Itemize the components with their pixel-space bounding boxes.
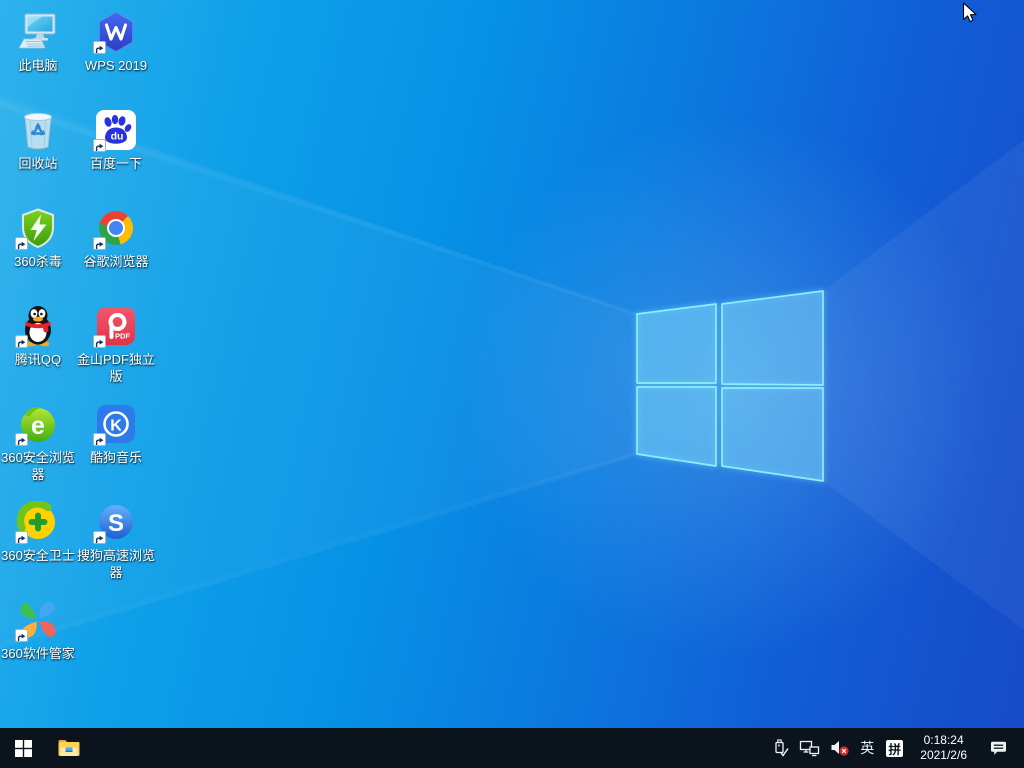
icon-label: 腾讯QQ xyxy=(15,351,61,368)
clock-date: 2021/2/6 xyxy=(920,748,967,763)
desktop-icon-chrome[interactable]: 谷歌浏览器 xyxy=(76,204,156,270)
desktop-icon-360-software-manager[interactable]: 360软件管家 xyxy=(0,596,78,662)
desktop-icon-kingsoft-pdf[interactable]: PDF 金山PDF独立版 xyxy=(76,302,156,385)
desktop-icon-recycle-bin[interactable]: 回收站 xyxy=(0,106,78,172)
volume-muted-icon[interactable] xyxy=(825,728,855,768)
taskbar-clock[interactable]: 0:18:24 2021/2/6 xyxy=(910,728,977,768)
shortcut-arrow-icon xyxy=(15,531,28,544)
desktop-icon-baidu[interactable]: du 百度一下 xyxy=(76,106,156,172)
file-explorer-button[interactable] xyxy=(46,728,92,768)
icon-label: 360安全浏览器 xyxy=(0,449,78,483)
desktop-icon-360-antivirus[interactable]: 360杀毒 xyxy=(0,204,78,270)
desktop-icon-360-safeguard[interactable]: 360安全卫士 xyxy=(0,498,78,564)
icon-label: 百度一下 xyxy=(90,155,142,172)
icon-label: 搜狗高速浏览器 xyxy=(76,547,156,581)
ime-language-indicator[interactable]: 英 xyxy=(855,728,879,768)
shortcut-arrow-icon xyxy=(93,433,106,446)
shortcut-arrow-icon xyxy=(15,629,28,642)
shortcut-arrow-icon xyxy=(15,433,28,446)
ime-mode-icon[interactable]: 拼 xyxy=(879,728,910,768)
shortcut-arrow-icon xyxy=(93,531,106,544)
notification-icon xyxy=(989,740,1008,757)
taskbar: 英 拼 0:18:24 2021/2/6 xyxy=(0,728,1024,768)
icon-label: 360软件管家 xyxy=(1,645,75,662)
desktop-icon-this-pc[interactable]: 此电脑 xyxy=(0,8,78,74)
desktop-icon-kugou-music[interactable]: K 酷狗音乐 xyxy=(76,400,156,466)
shortcut-arrow-icon xyxy=(93,237,106,250)
taskbar-left xyxy=(0,728,92,768)
desktop-icon-360-browser[interactable]: e 360安全浏览器 xyxy=(0,400,78,483)
shortcut-arrow-icon xyxy=(93,139,106,152)
system-tray: 英 拼 0:18:24 2021/2/6 xyxy=(766,728,1024,768)
svg-text:K: K xyxy=(110,418,122,435)
this-pc-icon xyxy=(16,10,60,54)
windows-start-icon xyxy=(15,740,32,757)
file-explorer-icon xyxy=(57,738,81,758)
svg-text:du: du xyxy=(111,131,124,143)
icon-label: 360杀毒 xyxy=(14,253,62,270)
start-button[interactable] xyxy=(0,728,46,768)
icon-label: 谷歌浏览器 xyxy=(83,253,148,270)
desktop-icon-sogou-browser[interactable]: S 搜狗高速浏览器 xyxy=(76,498,156,581)
recycle-bin-icon xyxy=(17,108,59,152)
usb-device-icon[interactable] xyxy=(766,728,794,768)
desktop-icon-wps-2019[interactable]: WPS 2019 xyxy=(76,8,156,74)
windows-desktop: 此电脑 WPS 2019 xyxy=(0,0,1024,768)
action-center-button[interactable] xyxy=(977,728,1018,768)
shortcut-arrow-icon xyxy=(93,41,106,54)
network-icon[interactable] xyxy=(794,728,825,768)
shortcut-arrow-icon xyxy=(15,237,28,250)
svg-text:S: S xyxy=(108,510,124,537)
desktop-icon-tencent-qq[interactable]: 腾讯QQ xyxy=(0,302,78,368)
icon-label: WPS 2019 xyxy=(85,57,147,74)
icon-label: 酷狗音乐 xyxy=(90,449,142,466)
shortcut-arrow-icon xyxy=(93,335,106,348)
svg-text:PDF: PDF xyxy=(115,332,130,341)
icon-label: 此电脑 xyxy=(18,57,57,74)
shortcut-arrow-icon xyxy=(15,335,28,348)
icon-label: 360安全卫士 xyxy=(1,547,75,564)
icon-label: 回收站 xyxy=(18,155,57,172)
icon-label: 金山PDF独立版 xyxy=(76,351,156,385)
clock-time: 0:18:24 xyxy=(924,733,964,748)
svg-text:e: e xyxy=(31,412,45,440)
